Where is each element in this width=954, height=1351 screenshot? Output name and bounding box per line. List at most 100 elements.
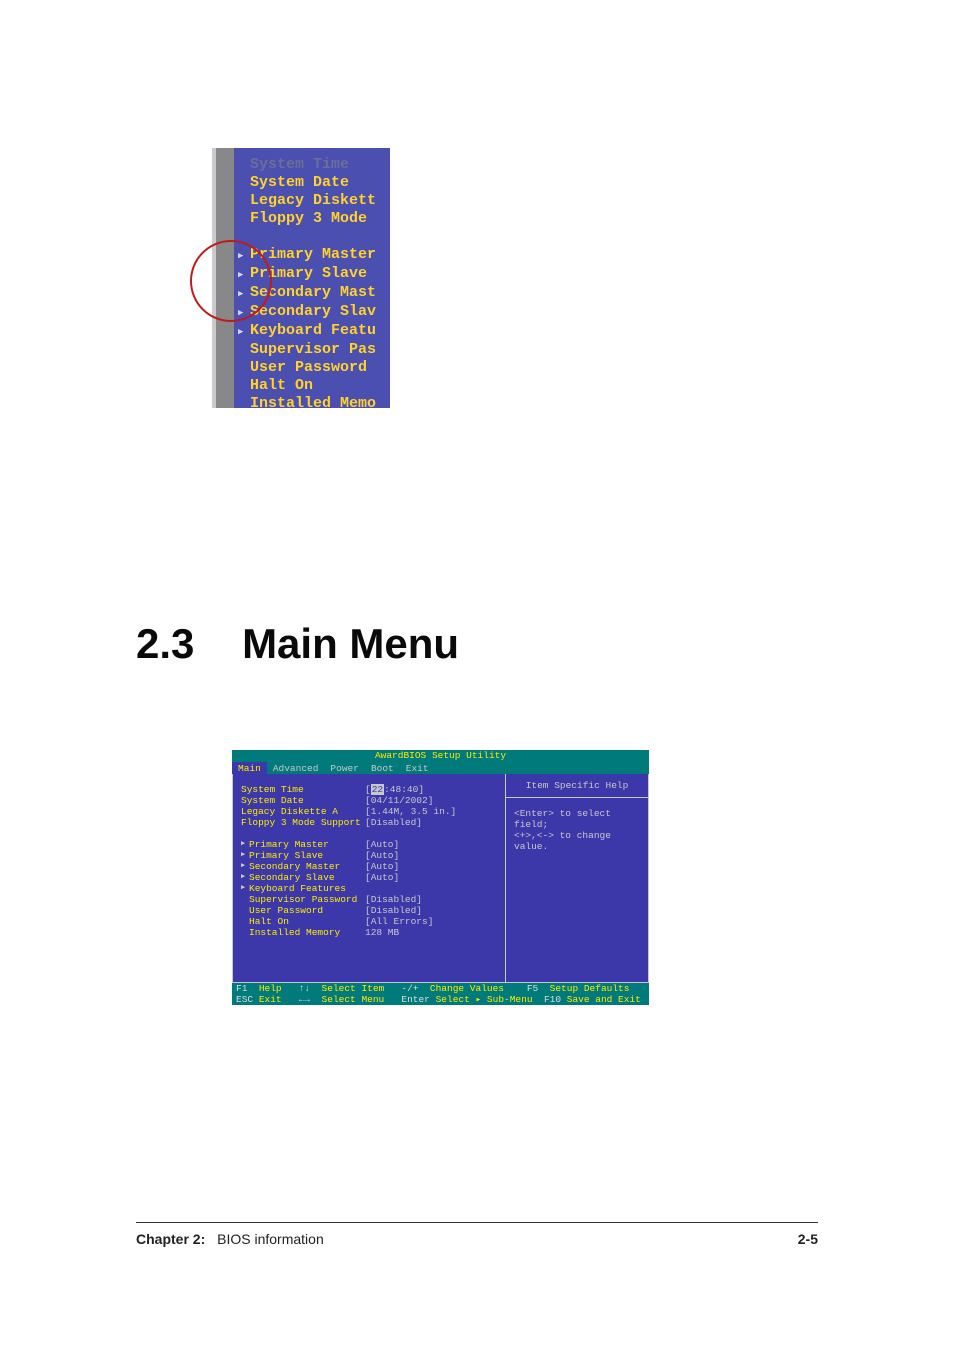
hotkey: -/+ Change Values [401, 983, 526, 994]
field-label: Installed Memory [249, 927, 365, 938]
menu-label: Keyboard Featu [250, 322, 376, 339]
list-item: Halt On [238, 377, 390, 395]
field-label: System Date [241, 795, 365, 806]
bios-body: System Time [22:48:40] System Date [04/1… [232, 774, 649, 983]
field-label: Halt On [249, 916, 365, 927]
bios-tab-bar: Main Advanced Power Boot Exit [232, 762, 649, 774]
bios-footer: F1 Help ↑↓ Select Item -/+ Change Values… [232, 983, 649, 1005]
submenu-row[interactable]: ▶Keyboard Features [241, 883, 497, 894]
triangle-icon: ▶ [238, 247, 250, 265]
tab-boot[interactable]: Boot [365, 762, 400, 774]
submenu-row[interactable]: ▶Primary Master[Auto] [241, 839, 497, 850]
list-item: ▶Secondary Mast [238, 284, 390, 303]
triangle-icon: ▶ [241, 883, 249, 894]
menu-label: User Password [250, 359, 367, 376]
bios-crop-content: System Time System Date Legacy Diskett F… [234, 148, 390, 408]
triangle-icon: ▶ [241, 850, 249, 861]
field-label: Primary Master [249, 839, 365, 850]
triangle-icon: ▶ [238, 323, 250, 341]
field-label: User Password [249, 905, 365, 916]
menu-label: Legacy Diskett [250, 192, 376, 209]
chapter-label: Chapter 2: BIOS information [136, 1231, 324, 1247]
list-item: Supervisor Pas [238, 341, 390, 359]
field-value: [Auto] [365, 839, 399, 850]
bios-title: AwardBIOS Setup Utility [232, 750, 649, 762]
field-row[interactable]: Halt On[All Errors] [241, 916, 497, 927]
field-row[interactable]: User Password[Disabled] [241, 905, 497, 916]
help-line: <+>,<-> to change value. [514, 830, 640, 852]
field-label: Keyboard Features [249, 883, 365, 894]
menu-label: Primary Slave [250, 265, 367, 282]
field-value: [Auto] [365, 850, 399, 861]
menu-label: Secondary Mast [250, 284, 376, 301]
field-label: Floppy 3 Mode Support [241, 817, 365, 828]
submenu-row[interactable]: ▶Secondary Slave[Auto] [241, 872, 497, 883]
list-item: ▶Primary Slave [238, 265, 390, 284]
menu-label: Primary Master [250, 246, 376, 263]
list-item: ▶Primary Master [238, 246, 390, 265]
list-item: Floppy 3 Mode [238, 210, 390, 228]
bios-crop-figure: System Time System Date Legacy Diskett F… [212, 148, 390, 408]
field-row[interactable]: System Date [04/11/2002] [241, 795, 497, 806]
field-row: Installed Memory128 MB [241, 927, 497, 938]
list-item: System Time [238, 156, 390, 174]
field-row[interactable]: Floppy 3 Mode Support [Disabled] [241, 817, 497, 828]
field-value: [Disabled] [365, 894, 422, 905]
triangle-icon: ▶ [238, 285, 250, 303]
menu-label: Floppy 3 Mode [250, 210, 367, 227]
field-value: [All Errors] [365, 916, 433, 927]
menu-label: System Time [250, 156, 349, 173]
bios-full-figure: AwardBIOS Setup Utility Main Advanced Po… [232, 750, 649, 1005]
field-label: System Time [241, 784, 365, 795]
menu-label: Supervisor Pas [250, 341, 376, 358]
field-label: Legacy Diskette A [241, 806, 365, 817]
submenu-row[interactable]: ▶Primary Slave[Auto] [241, 850, 497, 861]
field-value: [Auto] [365, 861, 399, 872]
triangle-icon: ▶ [238, 266, 250, 284]
hotkey: ↑↓ Select Item [299, 983, 402, 994]
section-heading: 2.3 Main Menu [136, 620, 459, 668]
list-item: System Date [238, 174, 390, 192]
list-item: User Password [238, 359, 390, 377]
help-title: Item Specific Help [506, 774, 648, 798]
field-value-rest: :48:40] [384, 784, 424, 795]
chapter-title: BIOS information [217, 1231, 324, 1247]
field-label: Secondary Master [249, 861, 365, 872]
section-title: Main Menu [242, 620, 459, 667]
field-value: [22:48:40] [365, 784, 424, 795]
field-value: [Disabled] [365, 817, 422, 828]
page-footer: Chapter 2: BIOS information 2-5 [136, 1222, 818, 1247]
menu-label: Secondary Slav [250, 303, 376, 320]
field-label: Secondary Slave [249, 872, 365, 883]
tab-advanced[interactable]: Advanced [267, 762, 325, 774]
field-label: Supervisor Password [249, 894, 365, 905]
list-item: ▶Keyboard Featu [238, 322, 390, 341]
triangle-icon: ▶ [241, 872, 249, 883]
footer-row: ESC Exit ←→ Select Menu Enter Select ▸ S… [236, 994, 645, 1005]
hotkey: F1 Help [236, 983, 299, 994]
field-row[interactable]: System Time [22:48:40] [241, 784, 497, 795]
triangle-icon: ▶ [241, 861, 249, 872]
field-value: 128 MB [365, 927, 399, 938]
menu-label: System Date [250, 174, 349, 191]
triangle-icon: ▶ [241, 839, 249, 850]
field-value: [1.44M, 3.5 in.] [365, 806, 456, 817]
hotkey: ESC Exit [236, 994, 299, 1005]
tab-exit[interactable]: Exit [400, 762, 435, 774]
bios-help-pane: Item Specific Help <Enter> to select fie… [506, 774, 649, 983]
field-row[interactable]: Legacy Diskette A [1.44M, 3.5 in.] [241, 806, 497, 817]
field-value: [04/11/2002] [365, 795, 433, 806]
hotkey: ←→ Select Menu [299, 994, 402, 1005]
submenu-row[interactable]: ▶Secondary Master[Auto] [241, 861, 497, 872]
hotkey: F10 Save and Exit [544, 994, 641, 1005]
list-item: Installed Memo [238, 395, 390, 408]
tab-main[interactable]: Main [232, 762, 267, 774]
left-strip-inner [216, 148, 234, 408]
field-row[interactable]: Supervisor Password[Disabled] [241, 894, 497, 905]
triangle-icon: ▶ [238, 304, 250, 322]
footer-row: F1 Help ↑↓ Select Item -/+ Change Values… [236, 983, 645, 994]
field-value: [Auto] [365, 872, 399, 883]
tab-power[interactable]: Power [324, 762, 365, 774]
bios-main-pane: System Time [22:48:40] System Date [04/1… [232, 774, 506, 983]
list-item: Legacy Diskett [238, 192, 390, 210]
